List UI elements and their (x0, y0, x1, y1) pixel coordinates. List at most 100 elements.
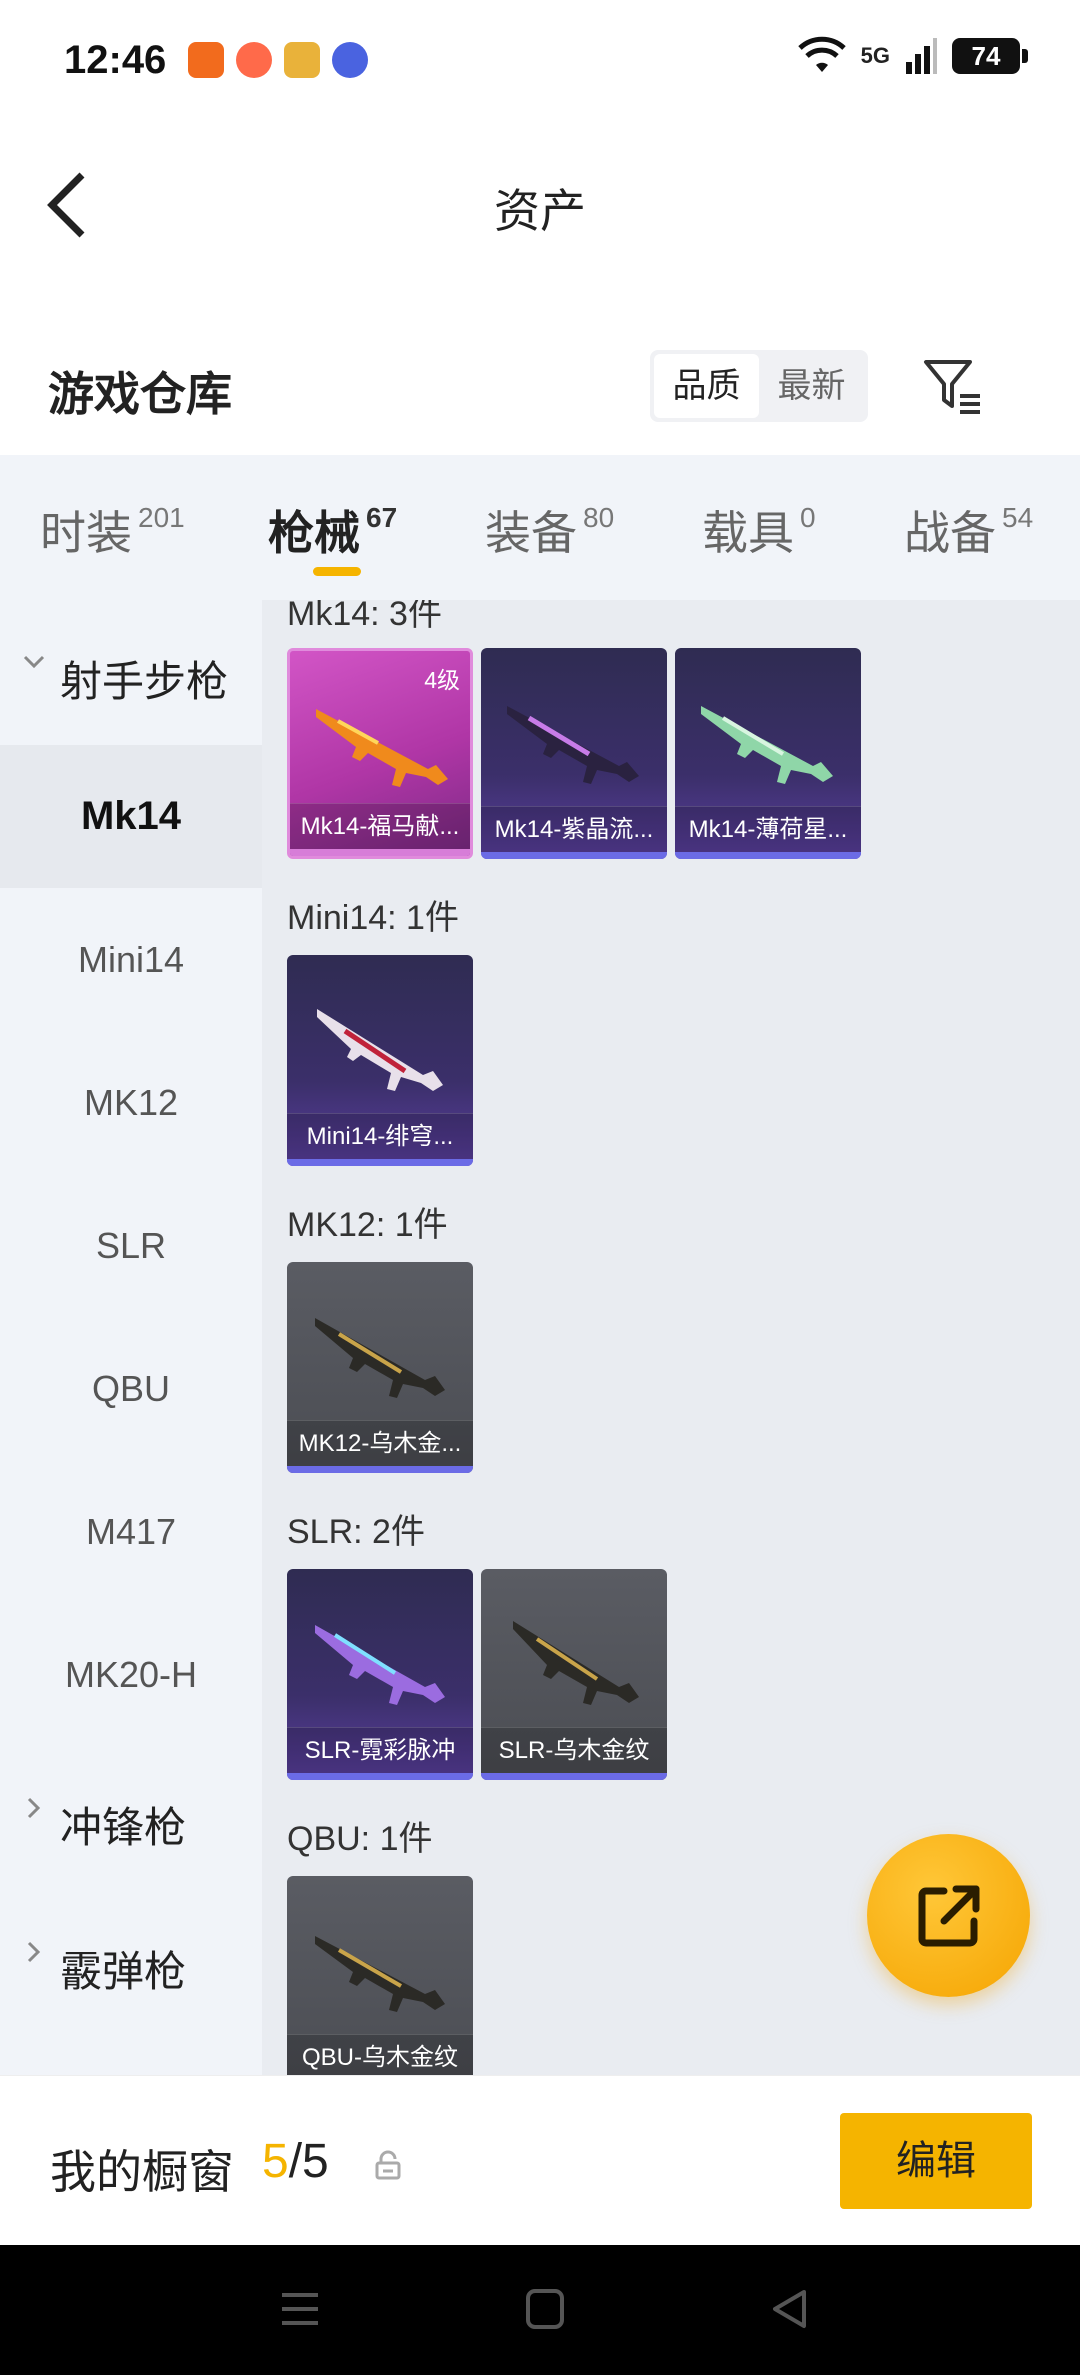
home-icon[interactable] (525, 2287, 565, 2331)
weapon-name: Mk14-紫晶流... (481, 806, 667, 852)
weapon-type-sidebar: 射手步枪 Mk14 Mini14 MK12 SLR QBU M417 MK20-… (0, 600, 262, 2075)
showcase-current: 5 (262, 2135, 289, 2188)
assistant-notification-icon (332, 42, 368, 78)
sort-quality-option[interactable]: 品质 (654, 354, 759, 418)
app-notification-icon (188, 42, 224, 78)
sidebar-group-label: 射手步枪 (60, 658, 229, 705)
category-tabs: 时装 201 枪械 67 装备 80 载具 0 战备 54 (0, 455, 1080, 600)
section-title-mk12: MK12: 1件 (287, 1206, 448, 1244)
network-type: 5G (860, 43, 890, 68)
active-tab-indicator (313, 567, 361, 576)
rifle-icon (315, 1936, 445, 2012)
share-icon (918, 1885, 980, 1947)
section-title-slr: SLR: 2件 (287, 1513, 425, 1551)
showcase-label: 我的橱窗 (50, 2146, 234, 2198)
weapon-name: SLR-乌木金纹 (481, 1727, 667, 1773)
sidebar-group-smg[interactable]: 冲锋枪 (0, 1746, 262, 1886)
sidebar-item-mk12[interactable]: MK12 (0, 1031, 262, 1174)
rifle-icon (507, 706, 639, 784)
rarity-bar (287, 1466, 473, 1473)
filter-icon[interactable] (920, 354, 984, 418)
lock-icon (375, 2150, 401, 2180)
sidebar-item-mk20h[interactable]: MK20-H (0, 1603, 262, 1746)
sidebar-group-label: 霰弹枪 (60, 1948, 187, 1995)
sidebar-group-label: 冲锋枪 (60, 1804, 187, 1851)
tab-count: 54 (1002, 502, 1034, 533)
status-bar: 12:46 5G 74 (0, 0, 1080, 125)
sidebar-item-qbu[interactable]: QBU (0, 1317, 262, 1460)
signal-icon (906, 38, 937, 74)
weapon-card[interactable]: QBU-乌木金纹 (287, 1876, 473, 2075)
notification-icons (188, 42, 368, 78)
weapon-name: SLR-霓彩脉冲 (287, 1727, 473, 1773)
sidebar-item-mini14[interactable]: Mini14 (0, 888, 262, 1031)
tab-count: 80 (583, 502, 615, 533)
rifle-icon (701, 706, 833, 784)
weapon-name: Mk14-薄荷星... (675, 806, 861, 852)
page-title: 资产 (494, 185, 586, 237)
rifle-icon (316, 709, 448, 787)
edit-button[interactable]: 编辑 (840, 2113, 1032, 2209)
tab-label: 枪械 (268, 507, 360, 559)
tab-count: 0 (800, 502, 816, 533)
rifle-icon (513, 1621, 639, 1705)
menu-icon[interactable] (280, 2287, 320, 2331)
rifle-icon (315, 1318, 445, 1398)
weapon-card[interactable]: 4级 Mk14-福马献... (287, 648, 473, 859)
section-title-qbu: QBU: 1件 (287, 1820, 433, 1858)
weapon-card[interactable]: SLR-乌木金纹 (481, 1569, 667, 1780)
rarity-bar (287, 1773, 473, 1780)
rarity-bar (481, 1773, 667, 1780)
sort-newest-option[interactable]: 最新 (759, 354, 864, 418)
rarity-bar (481, 852, 667, 859)
rarity-bar (290, 849, 470, 856)
tab-label: 时装 (40, 507, 132, 559)
tab-supplies[interactable]: 战备 54 (904, 497, 1033, 563)
tab-label: 战备 (904, 507, 996, 559)
tab-equipment[interactable]: 装备 80 (485, 497, 614, 563)
rifle-icon (315, 1625, 445, 1705)
weapon-card[interactable]: Mk14-紫晶流... (481, 648, 667, 859)
section-title-mini14: Mini14: 1件 (287, 899, 459, 937)
tab-label: 载具 (702, 507, 794, 559)
weapon-name: Mk14-福马献... (290, 803, 470, 849)
warehouse-title: 游戏仓库 (48, 368, 232, 420)
sort-toggle: 品质 最新 (650, 350, 868, 422)
tab-vehicles[interactable]: 载具 0 (702, 497, 816, 563)
chevron-right-icon (27, 1941, 41, 1963)
rarity-bar (675, 852, 861, 859)
share-button[interactable] (867, 1834, 1030, 1997)
showcase-total: 5 (302, 2135, 329, 2188)
tab-firearms[interactable]: 枪械 67 (268, 497, 397, 563)
status-time: 12:46 (64, 38, 167, 82)
weapon-card[interactable]: Mini14-绯穹... (287, 955, 473, 1166)
tab-label: 装备 (485, 507, 577, 559)
chevron-down-icon (23, 655, 45, 669)
battery-indicator: 74 (952, 38, 1028, 74)
weapon-card[interactable]: SLR-霓彩脉冲 (287, 1569, 473, 1780)
weapon-card[interactable]: Mk14-薄荷星... (675, 648, 861, 859)
sidebar-item-slr[interactable]: SLR (0, 1174, 262, 1317)
weapon-name: MK12-乌木金... (287, 1420, 473, 1466)
rarity-bar (287, 1159, 473, 1166)
chevron-right-icon (27, 1797, 41, 1819)
header: 资产 (0, 125, 1080, 285)
showcase-bar: 我的橱窗 5/5 编辑 (0, 2075, 1080, 2245)
tab-fashion[interactable]: 时装 201 (40, 497, 185, 563)
sidebar-group-shotgun[interactable]: 霰弹枪 (0, 1890, 262, 2030)
tab-count: 201 (138, 502, 185, 533)
sidebar-item-mk14[interactable]: Mk14 (0, 745, 262, 888)
sidebar-group-marksman[interactable]: 射手步枪 (0, 600, 262, 740)
back-icon[interactable] (770, 2287, 810, 2331)
game-notification-icon (236, 42, 272, 78)
section-title-mk14: Mk14: 3件 (287, 600, 442, 633)
weapon-name: Mini14-绯穹... (287, 1113, 473, 1159)
status-indicators: 5G 74 (797, 36, 1028, 76)
showcase-count: 5/5 (262, 2134, 329, 2189)
weapon-name: QBU-乌木金纹 (287, 2034, 473, 2075)
warehouse-header: 游戏仓库 品质 最新 (0, 330, 1080, 450)
sidebar-item-m417[interactable]: M417 (0, 1460, 262, 1603)
system-navigation-bar (0, 2245, 1080, 2375)
tab-count: 67 (366, 502, 398, 533)
weapon-card[interactable]: MK12-乌木金... (287, 1262, 473, 1473)
